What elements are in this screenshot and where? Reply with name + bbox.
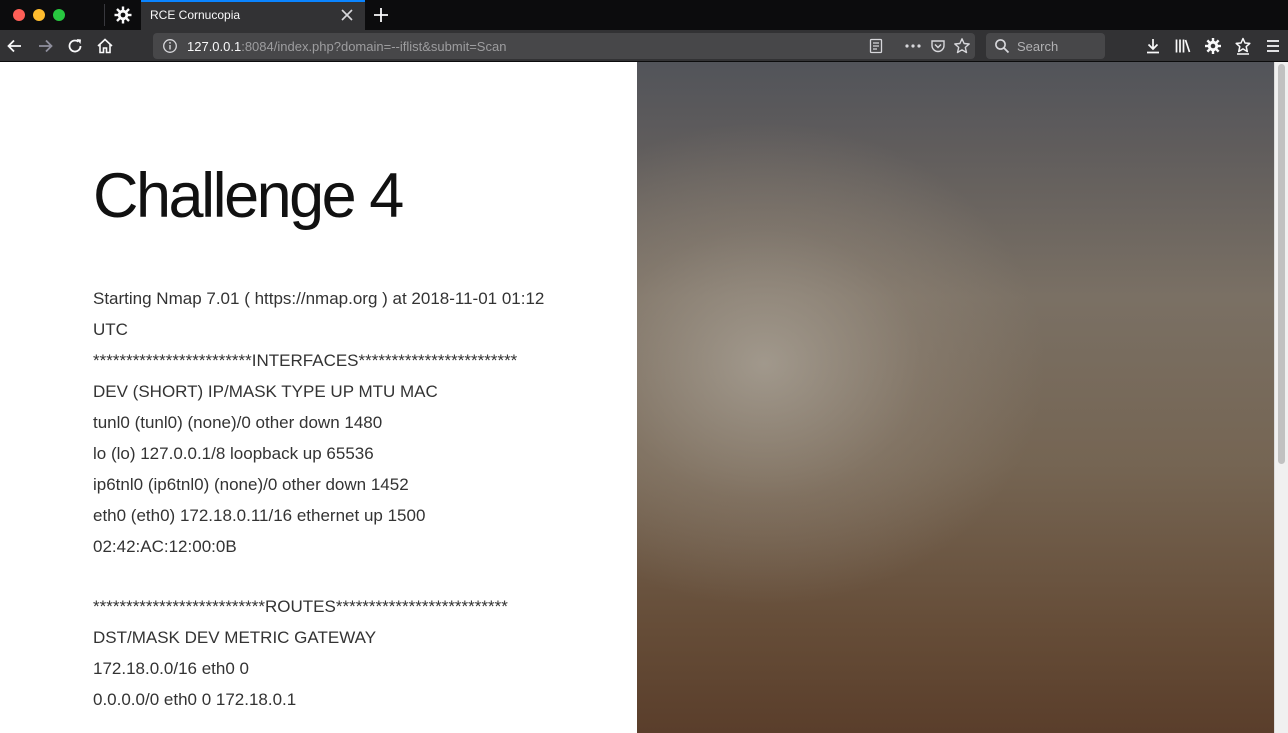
bookmark-star-icon[interactable] [1233,36,1253,56]
output-line: ************************INTERFACES******… [93,351,518,370]
close-icon[interactable] [340,8,354,22]
output-line: ip6tnl0 (ip6tnl0) (none)/0 other down 14… [93,475,409,494]
forward-arrow-icon[interactable] [35,36,55,56]
output-line: 02:42:AC:12:00:0B [93,537,237,556]
url-host: 127.0.0.1 [187,39,242,54]
hamburger-menu-icon[interactable] [1263,36,1283,56]
tab-title: RCE Cornucopia [150,8,241,22]
content-panel: Challenge 4 Starting Nmap 7.01 ( https:/… [0,62,637,733]
minimize-window-button[interactable] [33,9,45,21]
output-line: **************************ROUTES********… [93,597,508,616]
output-line: DST/MASK DEV METRIC GATEWAY [93,628,377,647]
command-output: Starting Nmap 7.01 ( https://nmap.org ) … [93,283,553,715]
output-line: eth0 (eth0) 172.18.0.11/16 ethernet up 1… [93,506,426,525]
tab-strip: RCE Cornucopia [0,0,1288,30]
tab-active[interactable]: RCE Cornucopia [141,0,365,30]
url-path: :8084/index.php?domain=--iflist&submit=S… [241,39,507,54]
gear-icon[interactable] [113,5,133,25]
page-title: Challenge 4 [93,161,404,231]
home-icon[interactable] [95,36,115,56]
output-line: UTC [93,320,128,339]
download-icon[interactable] [1143,36,1163,56]
scrollbar[interactable] [1274,62,1288,733]
search-icon [995,39,1010,54]
gear-icon[interactable] [1203,36,1223,56]
reload-icon[interactable] [65,36,85,56]
url-bar[interactable]: 127.0.0.1:8084/index.php?domain=--iflist… [153,33,975,59]
close-window-button[interactable] [13,9,25,21]
url-text[interactable]: 127.0.0.1:8084/index.php?domain=--iflist… [187,39,506,54]
plus-icon[interactable] [371,5,391,25]
output-line: tunl0 (tunl0) (none)/0 other down 1480 [93,413,383,432]
output-line: lo (lo) 127.0.0.1/8 loopback up 65536 [93,444,374,463]
back-arrow-icon[interactable] [5,36,25,56]
reader-view-icon[interactable] [868,38,884,54]
library-icon[interactable] [1173,36,1193,56]
page-viewport: Challenge 4 Starting Nmap 7.01 ( https:/… [0,62,1288,733]
search-bar[interactable]: Search [986,33,1105,59]
scrollbar-thumb[interactable] [1278,64,1285,464]
more-icon[interactable] [904,38,922,54]
output-line: 0.0.0.0/0 eth0 0 172.18.0.1 [93,690,297,709]
navigation-toolbar: 127.0.0.1:8084/index.php?domain=--iflist… [0,30,1288,62]
star-icon[interactable] [953,37,971,55]
output-line: 172.18.0.0/16 eth0 0 [93,659,249,678]
maximize-window-button[interactable] [53,9,65,21]
search-placeholder: Search [1017,39,1059,54]
pocket-icon[interactable] [930,38,946,54]
output-line: DEV (SHORT) IP/MASK TYPE UP MTU MAC [93,382,438,401]
tab-separator [104,4,105,26]
background-image [637,62,1274,733]
output-line: Starting Nmap 7.01 ( https://nmap.org ) … [93,289,545,308]
info-icon[interactable] [162,38,178,54]
